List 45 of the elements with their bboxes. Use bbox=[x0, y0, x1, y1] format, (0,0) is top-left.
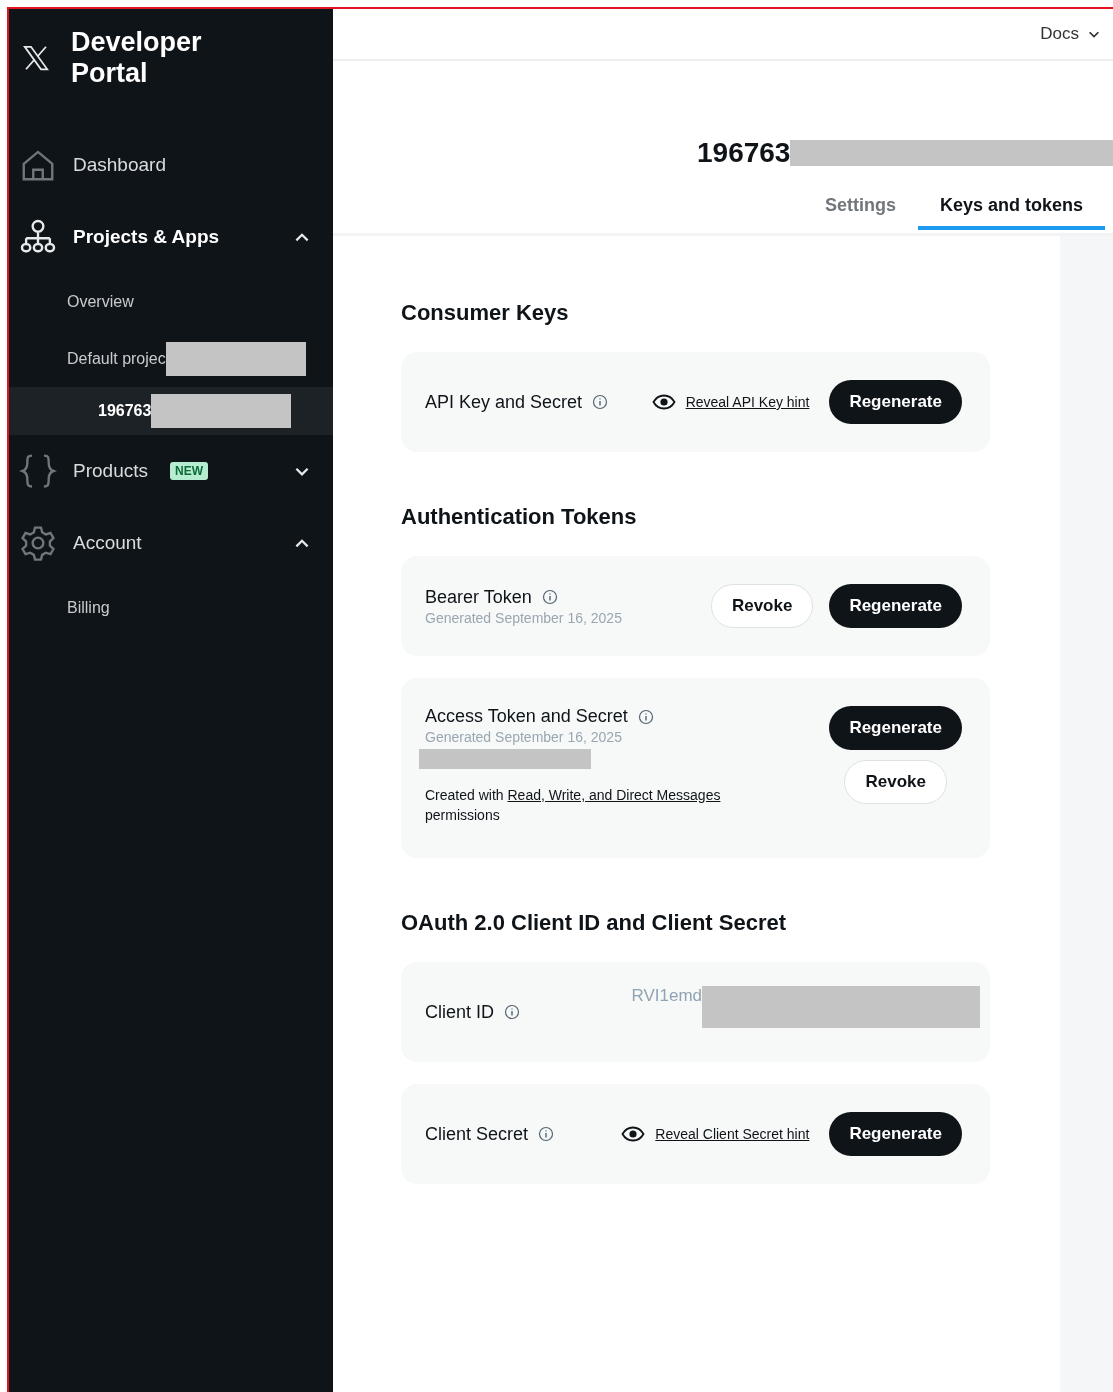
docs-menu[interactable]: Docs bbox=[1040, 24, 1101, 44]
braces-icon bbox=[19, 452, 57, 490]
sub-nav-item[interactable]: 196763 bbox=[9, 387, 333, 435]
nav-item[interactable]: Dashboard bbox=[9, 129, 333, 201]
x-logo-icon bbox=[21, 43, 51, 73]
info-icon bbox=[504, 1004, 521, 1020]
gear-icon bbox=[19, 524, 57, 562]
app-title: 196763 bbox=[697, 137, 791, 169]
new-badge: NEW bbox=[170, 462, 208, 480]
credential-label: Client ID bbox=[425, 1001, 495, 1023]
info-icon bbox=[541, 589, 558, 605]
regenerate-button[interactable]: Regenerate bbox=[829, 706, 962, 750]
client-id-value: RVI1emd bbox=[631, 986, 702, 1006]
tab[interactable]: Settings bbox=[803, 181, 918, 230]
credential-label: Access Token and Secret bbox=[425, 706, 628, 727]
regenerate-button[interactable]: Regenerate bbox=[829, 1112, 962, 1156]
generated-date: Generated September 16, 2025 bbox=[425, 729, 623, 745]
credential-label: Bearer Token bbox=[425, 586, 532, 608]
section-heading: OAuth 2.0 Client ID and Client Secret bbox=[401, 910, 788, 936]
reveal-hint-link[interactable]: Reveal API Key hint bbox=[685, 394, 810, 410]
nav-item[interactable]: Account bbox=[9, 507, 333, 579]
revoke-button[interactable]: Revoke bbox=[710, 584, 814, 628]
tab[interactable]: Keys and tokens bbox=[918, 181, 1106, 230]
info-icon bbox=[592, 394, 609, 410]
revoke-button[interactable]: Revoke bbox=[844, 760, 947, 804]
info-icon bbox=[538, 1126, 555, 1142]
info-icon bbox=[637, 708, 654, 725]
credential-label: Client Secret bbox=[425, 1123, 529, 1145]
nav-item[interactable]: Projects & Apps bbox=[9, 201, 333, 273]
permissions-note: Created with Read, Write, and Direct Messages permissions bbox=[425, 786, 722, 825]
portal-title: Developer Portal bbox=[71, 27, 203, 89]
sub-nav-item[interactable]: Billing bbox=[9, 579, 333, 636]
regenerate-button[interactable]: Regenerate bbox=[829, 584, 962, 628]
eye-icon bbox=[621, 1126, 646, 1142]
sub-nav-item[interactable]: Overview bbox=[9, 273, 333, 330]
regenerate-button[interactable]: Regenerate bbox=[829, 380, 962, 424]
permissions-link[interactable]: Read, Write, and Direct Messages bbox=[507, 787, 721, 803]
credential-label: API Key and Secret bbox=[425, 391, 583, 413]
reveal-hint-link[interactable]: Reveal Client Secret hint bbox=[655, 1126, 810, 1142]
nav-item[interactable]: Products NEW bbox=[9, 435, 333, 507]
sub-nav-item[interactable]: Default projec bbox=[9, 330, 333, 387]
eye-icon bbox=[651, 394, 676, 410]
section-heading: Consumer Keys bbox=[401, 300, 570, 326]
section-heading: Authentication Tokens bbox=[401, 504, 638, 530]
generated-date: Generated September 16, 2025 bbox=[425, 609, 623, 626]
